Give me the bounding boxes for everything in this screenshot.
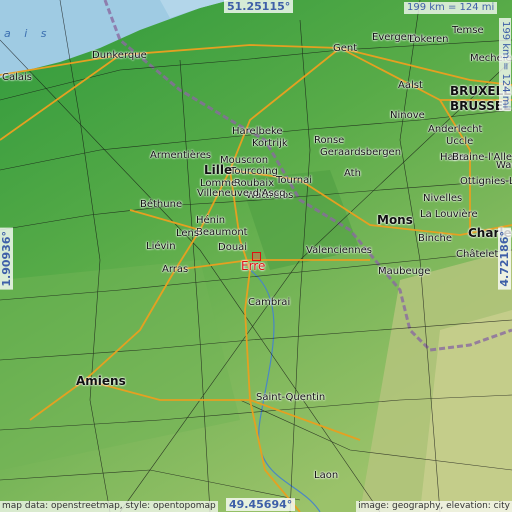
place-label: Châtelet <box>456 249 499 260</box>
place-label: Temse <box>452 25 484 36</box>
place-label: Tournai <box>276 175 313 186</box>
coord-north: 51.25115° <box>224 0 294 13</box>
place-label: Lokeren <box>409 34 449 45</box>
place-label: Uccle <box>446 136 474 147</box>
place-label: Anderlecht <box>428 124 483 135</box>
scale-horizontal: 199 km = 124 mi <box>404 2 498 14</box>
sea-label: a i s <box>4 27 52 40</box>
coord-south: 49.45694° <box>226 498 296 511</box>
scale-vertical: 199 km = 124 mi <box>499 18 511 112</box>
place-label: Ninove <box>390 110 425 121</box>
place-label: Gent <box>333 43 358 54</box>
place-label: Aalst <box>398 80 423 91</box>
place-label: Geraardsbergen <box>320 147 402 158</box>
place-label: Lens <box>176 228 200 239</box>
coord-west: 1.90936° <box>0 228 13 290</box>
place-label: Mons <box>377 213 413 227</box>
place-label: Arras <box>162 264 189 275</box>
place-label: Amiens <box>76 374 126 388</box>
place-label: Beaumont <box>196 227 248 238</box>
map-canvas[interactable]: a i s Dunkerque Calais Gent Evergem Loke… <box>0 0 512 512</box>
place-label: Villeneuve-d'Ascq <box>197 188 286 199</box>
place-label: Calais <box>2 72 33 83</box>
place-label: Béthune <box>140 199 183 210</box>
attribution-left: map data: openstreetmap, style: opentopo… <box>0 501 218 512</box>
place-label: Lille <box>204 163 233 177</box>
place-label: Saint-Quentin <box>256 392 326 403</box>
place-label: Laon <box>314 470 339 481</box>
coord-east: 4.72186° <box>498 228 511 290</box>
place-label: Binche <box>418 233 452 244</box>
place-label: Nivelles <box>423 193 463 204</box>
place-label: Hénin <box>196 215 226 226</box>
place-label: Kortrijk <box>252 138 288 149</box>
place-label: Armentières <box>150 150 212 161</box>
place-label: Douai <box>218 242 248 253</box>
place-label: Ath <box>344 168 361 179</box>
attribution-right: image: geography, elevation: city <box>356 501 512 512</box>
place-label: Tourcoing <box>230 166 278 177</box>
place-label: Valenciennes <box>306 245 372 256</box>
place-label: La Louvière <box>420 209 478 220</box>
place-label: Dunkerque <box>92 50 147 61</box>
place-label: Wavre <box>496 160 512 171</box>
place-label: Liévin <box>146 241 176 252</box>
highlight-label: Erre <box>241 259 266 273</box>
place-label: Ronse <box>314 135 345 146</box>
place-label: Cambrai <box>248 297 291 308</box>
place-label: Ottignies-Louvain-la-Neuve <box>460 176 512 187</box>
place-label: Maubeuge <box>378 266 431 277</box>
place-label: Harelbeke <box>232 126 283 137</box>
